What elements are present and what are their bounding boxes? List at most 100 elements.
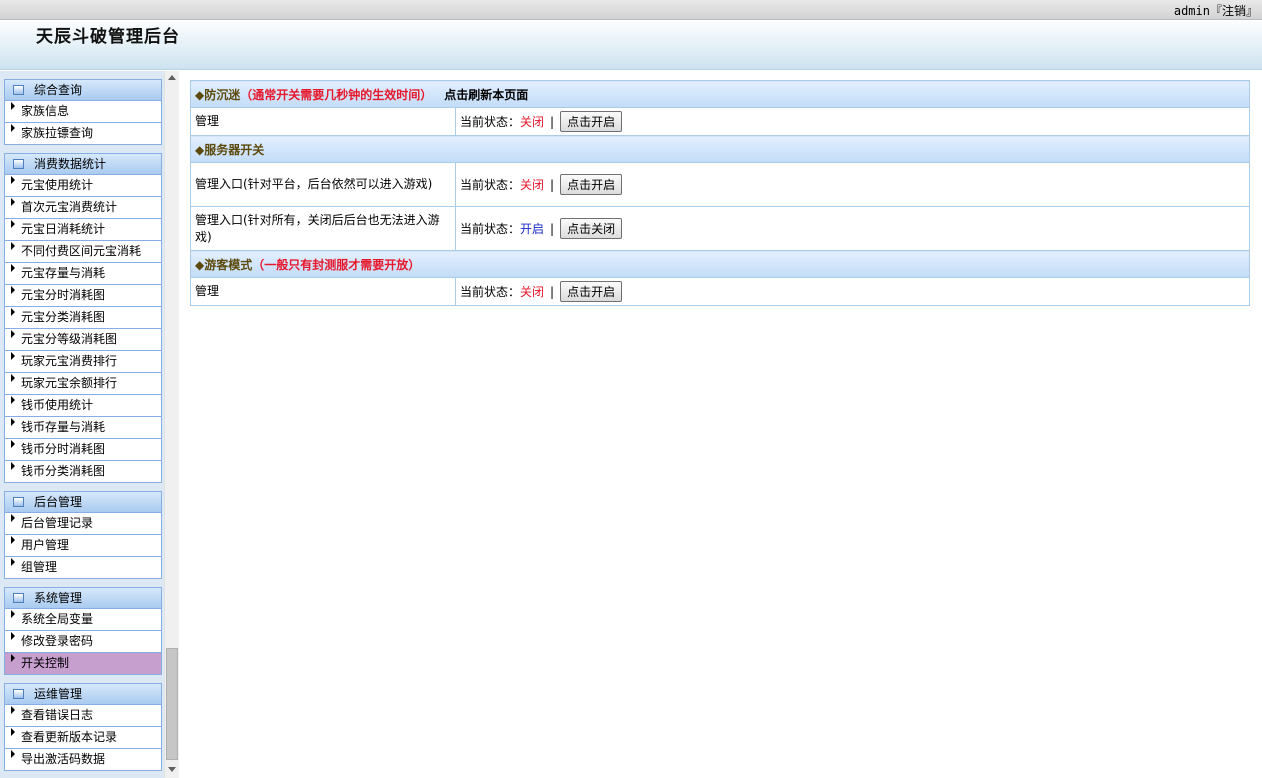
row-label: 管理入口(针对平台，后台依然可以进入游戏) [190, 162, 456, 207]
status-label: 当前状态： [460, 285, 521, 299]
triangle-right-icon [11, 462, 15, 470]
sidebar-item[interactable]: 家族拉镖查询 [4, 123, 162, 145]
user-info: admin『注销』 [1174, 2, 1258, 19]
folder-icon [13, 85, 24, 95]
sidebar-item-label: 元宝日消耗统计 [21, 222, 106, 236]
section-title: ◆服务器开关 [195, 142, 265, 157]
triangle-right-icon [11, 558, 15, 566]
scroll-up-icon[interactable] [168, 75, 176, 80]
sidebar-item[interactable]: 查看更新版本记录 [4, 727, 162, 749]
triangle-right-icon [11, 654, 15, 662]
sidebar-item-label: 玩家元宝消费排行 [21, 354, 118, 368]
sidebar-group-label: 消费数据统计 [34, 157, 107, 171]
logout-link[interactable]: 『注销』 [1210, 4, 1258, 18]
sidebar-item[interactable]: 元宝分时消耗图 [4, 285, 162, 307]
toggle-button[interactable]: 点击关闭 [560, 218, 623, 239]
toggle-button[interactable]: 点击开启 [560, 174, 623, 195]
row-label: 管理 [190, 277, 456, 306]
toggle-button[interactable]: 点击开启 [560, 111, 623, 132]
sidebar-item[interactable]: 不同付费区间元宝消耗 [4, 241, 162, 263]
sidebar-item[interactable]: 查看错误日志 [4, 705, 162, 727]
row-control: 当前状态：关闭 | 点击开启 [455, 162, 1250, 207]
main-content: ◆防沉迷（通常开关需要几秒钟的生效时间） 点击刷新本页面 管理 当前状态：关闭 | 点击开… [190, 80, 1250, 306]
sidebar-item[interactable]: 元宝日消耗统计 [4, 219, 162, 241]
header: 天辰斗破管理后台 [0, 20, 1262, 70]
sidebar-scrollbar[interactable] [164, 71, 179, 778]
triangle-right-icon [11, 102, 15, 110]
sidebar-group-title[interactable]: 运维管理 [4, 683, 162, 705]
scroll-thumb[interactable] [166, 648, 178, 760]
section-title: ◆防沉迷 [195, 87, 241, 102]
sidebar-item-label: 家族信息 [21, 104, 70, 118]
sidebar-group-label: 综合查询 [34, 83, 83, 97]
triangle-right-icon [11, 396, 15, 404]
sidebar-item[interactable]: 元宝使用统计 [4, 175, 162, 197]
sidebar-item-label: 元宝分等级消耗图 [21, 332, 118, 346]
triangle-right-icon [11, 374, 15, 382]
section-note: （通常开关需要几秒钟的生效时间） [240, 87, 433, 102]
section-title-cell: ◆服务器开关 [190, 135, 1250, 163]
folder-icon [13, 497, 24, 507]
sidebar-item-label: 查看更新版本记录 [21, 730, 118, 744]
sidebar-item[interactable]: 钱币存量与消耗 [4, 417, 162, 439]
triangle-right-icon [11, 220, 15, 228]
sidebar-item[interactable]: 玩家元宝余额排行 [4, 373, 162, 395]
sidebar-item[interactable]: 钱币使用统计 [4, 395, 162, 417]
scroll-down-icon[interactable] [168, 767, 176, 772]
sidebar-item[interactable]: 修改登录密码 [4, 631, 162, 653]
section-header: ◆防沉迷（通常开关需要几秒钟的生效时间） 点击刷新本页面 [190, 80, 1250, 108]
sidebar-item[interactable]: 元宝分类消耗图 [4, 307, 162, 329]
triangle-right-icon [11, 330, 15, 338]
sidebar-group: 消费数据统计元宝使用统计 首次元宝消费统计元宝日消耗统计不同付费区间元宝消耗 元宝存… [4, 153, 162, 483]
username: admin [1173, 4, 1210, 18]
sidebar-group-title[interactable]: 后台管理 [4, 491, 162, 513]
row-control: 当前状态：关闭 | 点击开启 [455, 107, 1250, 136]
sidebar-item[interactable]: 钱币分时消耗图 [4, 439, 162, 461]
sidebar-item-label: 钱币存量与消耗 [21, 420, 106, 434]
sidebar-item-label: 用户管理 [21, 538, 70, 552]
sidebar-item[interactable]: 家族信息 [4, 101, 162, 123]
sidebar-item[interactable]: 元宝存量与消耗 [4, 263, 162, 285]
row-label: 管理入口(针对所有，关闭后后台也无法进入游戏) [190, 206, 456, 251]
section-title-cell: ◆游客模式（一般只有封测服才需要开放） [190, 250, 1250, 278]
triangle-right-icon [11, 264, 15, 272]
sidebar-item-label: 修改登录密码 [21, 634, 94, 648]
sidebar-item[interactable]: 钱币分类消耗图 [4, 461, 162, 483]
sidebar-group: 系统管理系统全局变量修改登录密码 开关控制 [4, 587, 162, 675]
table-row: 管理入口(针对平台，后台依然可以进入游戏) 当前状态：关闭 | 点击开启 [190, 162, 1250, 207]
sidebar-item[interactable]: 导出激活码数据 [4, 749, 162, 771]
triangle-right-icon [11, 286, 15, 294]
triangle-right-icon [11, 242, 15, 250]
triangle-right-icon [11, 198, 15, 206]
sidebar-item[interactable]: 元宝分等级消耗图 [4, 329, 162, 351]
sidebar-group-title[interactable]: 系统管理 [4, 587, 162, 609]
sidebar-item[interactable]: 系统全局变量 [4, 609, 162, 631]
sidebar-group-title[interactable]: 综合查询 [4, 79, 162, 101]
sidebar-group: 运维管理 查看错误日志查看更新版本记录导出激活码数据 [4, 683, 162, 771]
triangle-right-icon [11, 728, 15, 736]
sidebar-item[interactable]: 开关控制 [4, 653, 162, 675]
separator: | [550, 115, 555, 129]
sidebar-item[interactable]: 玩家元宝消费排行 [4, 351, 162, 373]
sidebar-item[interactable]: 组管理 [4, 557, 162, 579]
toggle-button[interactable]: 点击开启 [560, 281, 623, 302]
sidebar-item-label: 开关控制 [21, 656, 70, 670]
sidebar-item[interactable]: 用户管理 [4, 535, 162, 557]
separator: | [550, 178, 555, 192]
row-control: 当前状态：开启 | 点击关闭 [455, 206, 1250, 251]
sidebar-item-label: 元宝分时消耗图 [21, 288, 106, 302]
sidebar-item-label: 钱币分类消耗图 [21, 464, 106, 478]
app-title: 天辰斗破管理后台 [36, 27, 180, 47]
status-label: 当前状态： [460, 178, 521, 192]
triangle-right-icon [11, 176, 15, 184]
status-label: 当前状态： [460, 115, 521, 129]
separator: | [550, 285, 555, 299]
folder-icon [13, 689, 24, 699]
sidebar-item[interactable]: 首次元宝消费统计 [4, 197, 162, 219]
refresh-page-link[interactable]: 点击刷新本页面 [444, 88, 528, 102]
sidebar-item[interactable]: 后台管理记录 [4, 513, 162, 535]
triangle-right-icon [11, 440, 15, 448]
sidebar-group-title[interactable]: 消费数据统计 [4, 153, 162, 175]
sidebar-group-label: 系统管理 [34, 591, 83, 605]
separator: | [550, 222, 555, 236]
